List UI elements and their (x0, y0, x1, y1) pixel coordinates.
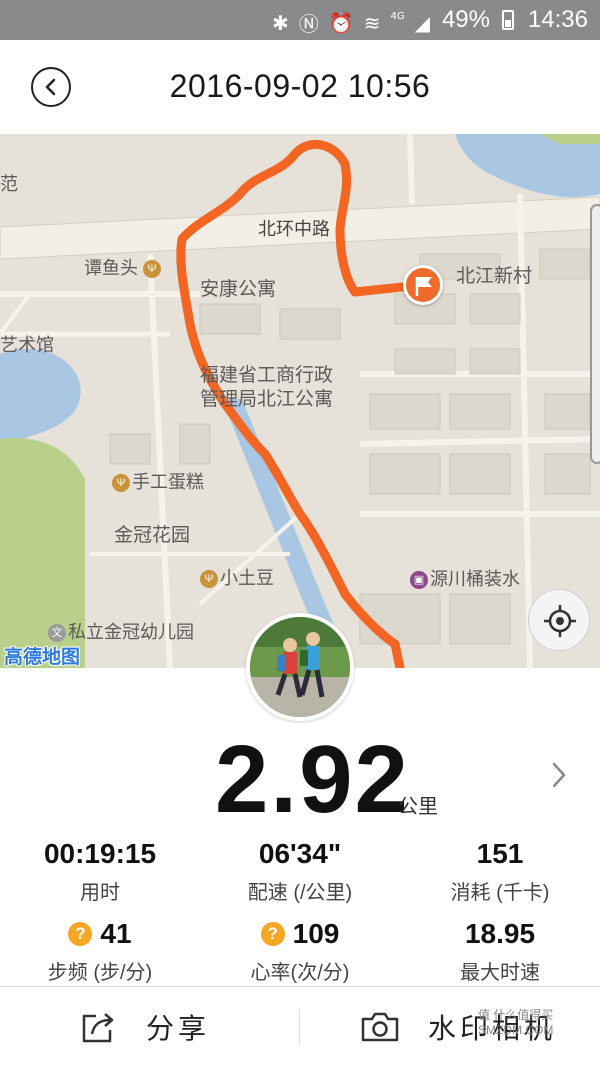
status-icons: ✱ Ⓝ ⏰ ≋ 4G ◢ (272, 8, 430, 37)
signal-icon: ◢ (414, 10, 430, 35)
map-label-kindergarten: 文私立金冠幼儿园 (48, 618, 194, 644)
side-panel-handle[interactable] (590, 204, 600, 464)
stat-value: 41 (100, 918, 132, 949)
map-label-edge: 范 (0, 174, 18, 194)
page-title: 2016-09-02 10:56 (169, 68, 431, 104)
distance-value: 2.92 (215, 726, 410, 833)
camera-icon (361, 1012, 399, 1042)
stat-value: 18.95 (464, 918, 536, 949)
stat-label: 最大时速 (460, 962, 540, 984)
finish-flag-marker[interactable] (403, 265, 443, 305)
restaurant-icon: Ψ (143, 260, 162, 279)
stat-heart-rate: ? 109 心率(次/分) (200, 918, 400, 985)
wifi-icon: ≋ (363, 10, 381, 35)
stat-cadence: ? 41 步频 (步/分) (0, 918, 200, 985)
restaurant-icon: Ψ (112, 474, 130, 493)
share-label: 分享 (146, 1013, 211, 1044)
stat-calories: 151 消耗 (千卡) (400, 838, 600, 905)
school-icon: 文 (48, 624, 66, 643)
stat-label: 消耗 (千卡) (450, 882, 550, 904)
stat-value: 00:19:15 (43, 838, 157, 869)
flag-icon (415, 277, 432, 296)
battery-percent: 49% (441, 6, 490, 33)
locate-button[interactable] (528, 589, 590, 651)
map-label-beijiang: 北江新村 (456, 266, 533, 287)
map-label-shougong: Ψ 手工蛋糕 (112, 468, 204, 494)
map-label-road: 北环中路 (258, 219, 330, 239)
share-button[interactable]: 分享 (80, 1005, 210, 1049)
stat-label: 心率(次/分) (250, 962, 350, 984)
map-label-fujian-1: 福建省工商行政 (200, 365, 334, 386)
status-time: 14:36 (527, 6, 588, 33)
map-label-tanyutou: 谭鱼头 Ψ (84, 254, 163, 280)
map-label-ankang: 安康公寓 (200, 279, 277, 300)
shop-icon: ▣ (410, 571, 428, 590)
map-label-yuanchuan: ▣ 源川桶装水 (410, 565, 520, 591)
stat-label: 用时 (80, 882, 120, 904)
stat-value: 109 (292, 918, 340, 949)
share-icon (82, 1013, 114, 1043)
stat-label: 步频 (步/分) (47, 962, 153, 984)
restaurant-icon: Ψ (200, 570, 218, 589)
site-watermark: 值 什么值得买 SMZDM.COM (478, 1008, 554, 1037)
stat-duration: 00:19:15 用时 (0, 838, 200, 905)
stat-label: 配速 (/公里) (247, 882, 353, 904)
header: 2016-09-02 10:56 (0, 40, 600, 134)
map-label-xiaotudou: Ψ 小土豆 (200, 564, 274, 590)
stat-value: 06'34" (258, 838, 342, 869)
nfc-icon: Ⓝ (298, 12, 319, 36)
help-icon[interactable]: ? (260, 922, 285, 946)
battery-icon (502, 10, 514, 30)
avatar-photo (250, 617, 350, 717)
distance-unit: 公里 (398, 796, 438, 818)
map-label-yishuguan: 艺术馆 (0, 335, 54, 355)
alarm-icon: ⏰ (328, 10, 354, 35)
route-map[interactable]: 范 北环中路 谭鱼头 Ψ 安康公寓 北江新村 艺术馆 福建省工商行政 管理局北江… (0, 134, 600, 668)
chevron-right-icon[interactable] (548, 760, 570, 790)
crosshair-icon (544, 605, 576, 637)
stat-value: 151 (476, 838, 524, 869)
divider (299, 1009, 300, 1045)
help-icon[interactable]: ? (68, 922, 93, 946)
status-bar: ✱ Ⓝ ⏰ ≋ 4G ◢ 49% 14:36 (0, 0, 600, 40)
map-label-fujian-2: 管理局北江公寓 (200, 389, 334, 410)
stat-max-speed: 18.95 最大时速 (400, 918, 600, 985)
map-label-jinguan: 金冠花园 (114, 525, 191, 546)
avatar[interactable] (246, 613, 354, 721)
stat-pace: 06'34" 配速 (/公里) (200, 838, 400, 905)
network-type: 4G (390, 11, 405, 22)
amap-logo: 高德地图 (4, 647, 81, 668)
bluetooth-icon: ✱ (272, 10, 289, 35)
